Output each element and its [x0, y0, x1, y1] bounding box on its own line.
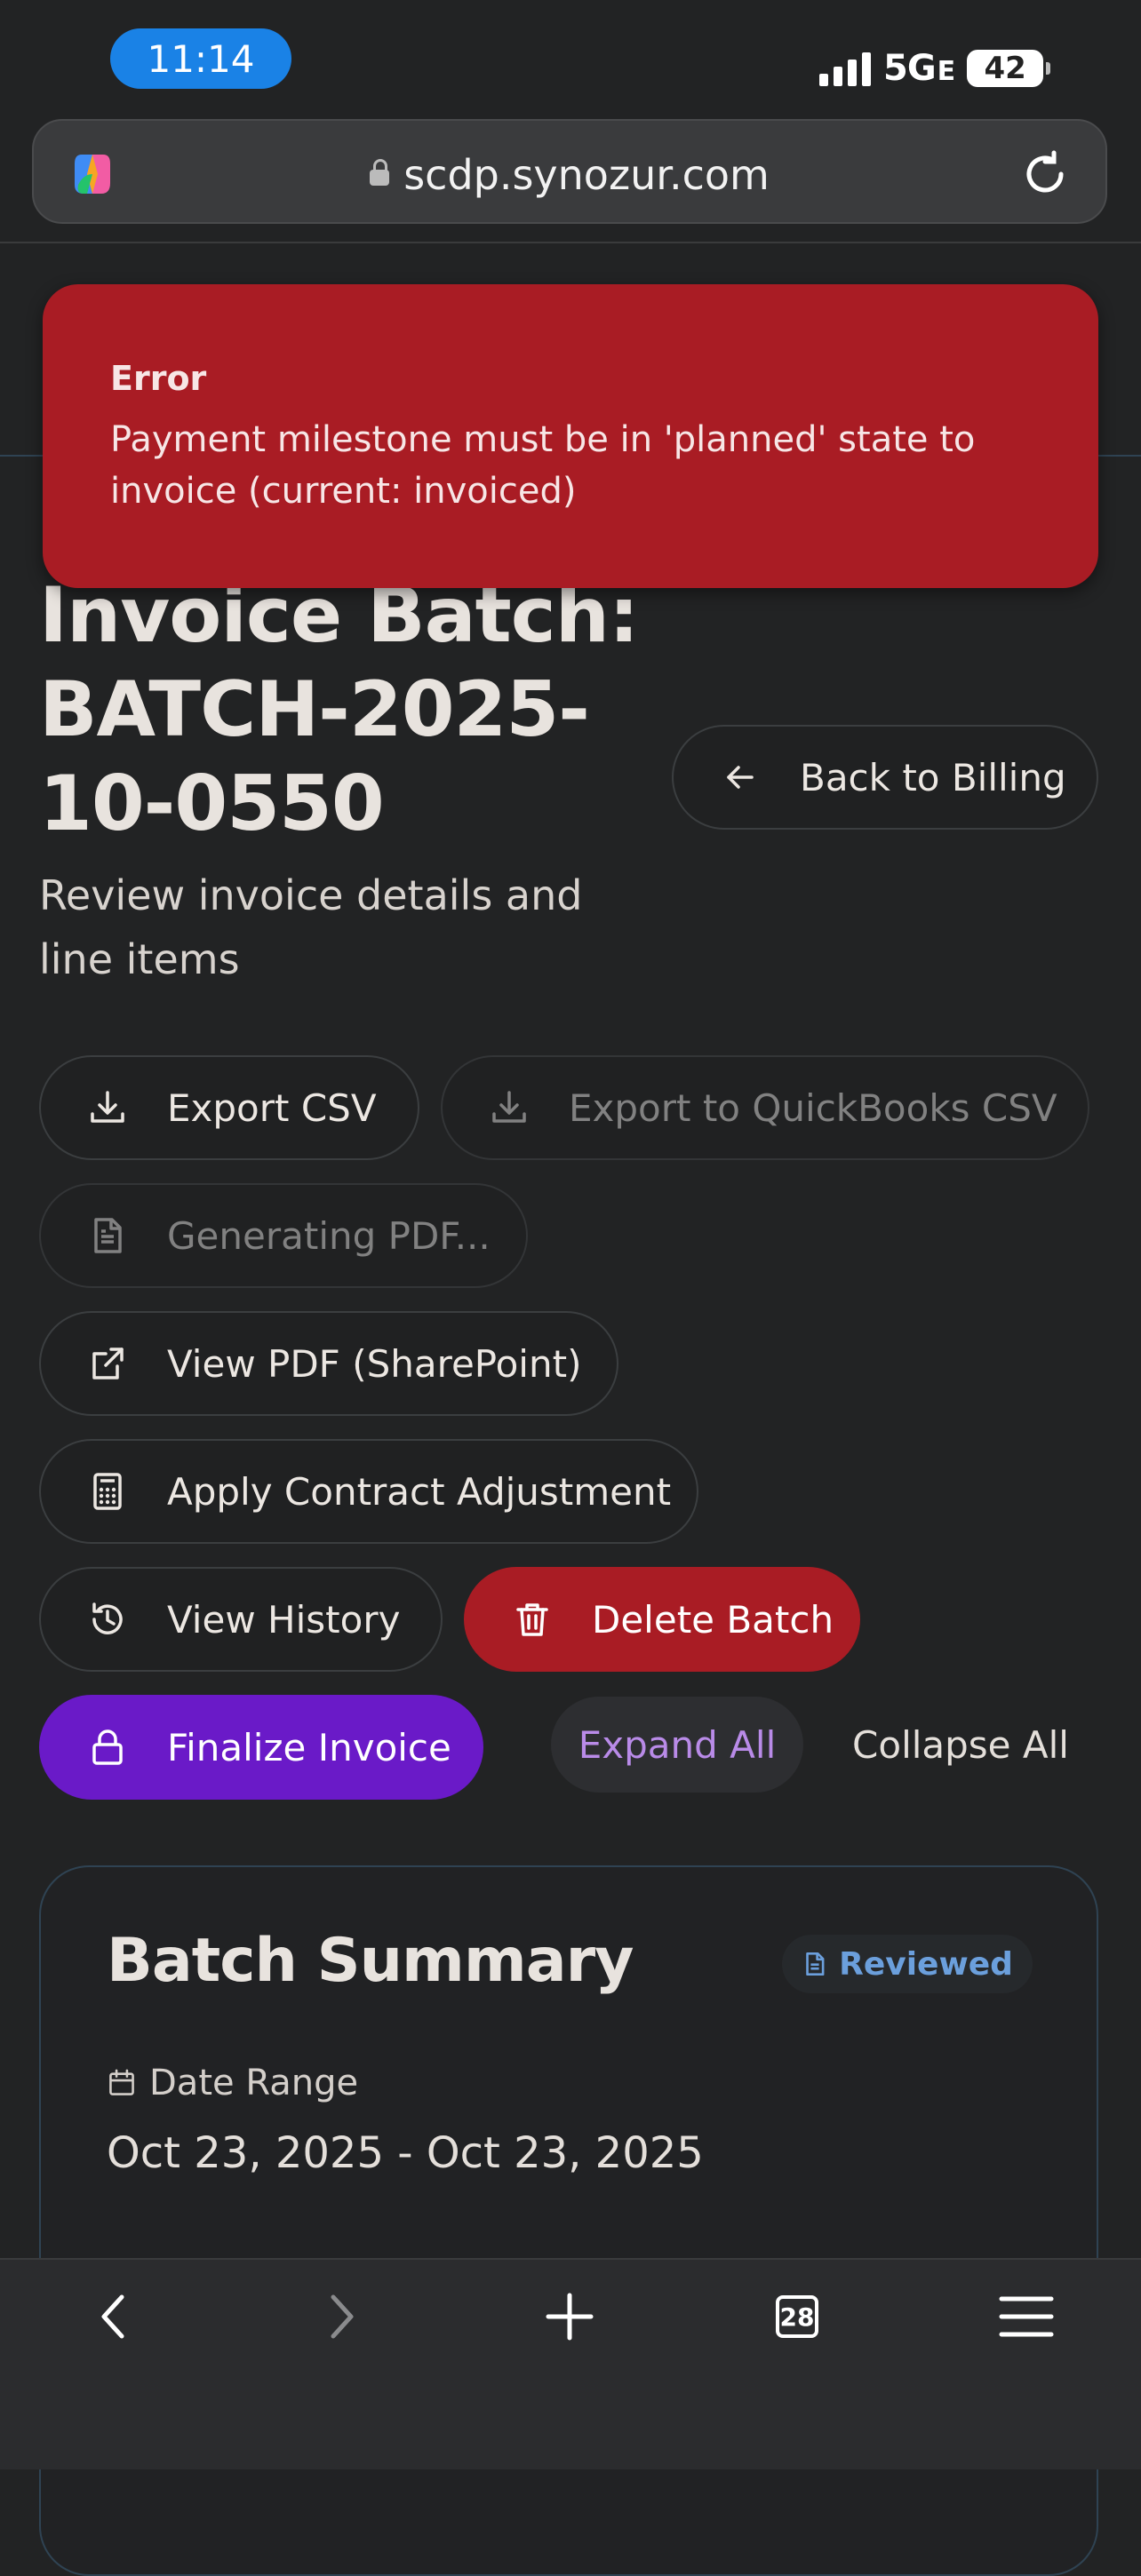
status-time: 11:14 [110, 28, 291, 89]
tabs-button[interactable]: 28 [757, 2288, 837, 2345]
back-to-billing-label: Back to Billing [800, 755, 1066, 799]
error-toast[interactable]: Error Payment milestone must be in 'plan… [43, 284, 1098, 588]
reload-icon[interactable] [1018, 147, 1072, 201]
finalize-invoice-button[interactable]: Finalize Invoice [39, 1695, 483, 1800]
view-pdf-label: View PDF (SharePoint) [167, 1341, 582, 1386]
generating-pdf-button[interactable]: Generating PDF... [39, 1183, 528, 1288]
arrow-left-icon [727, 766, 754, 789]
file-text-icon [94, 1218, 122, 1253]
forward-icon[interactable] [302, 2288, 382, 2345]
delete-batch-button[interactable]: Delete Batch [464, 1567, 860, 1672]
toast-title: Error [110, 359, 207, 398]
calculator-icon [93, 1473, 122, 1510]
back-to-billing-button[interactable]: Back to Billing [672, 725, 1098, 830]
history-icon [92, 1602, 123, 1634]
download-icon [492, 1091, 526, 1123]
tabs-count: 28 [776, 2295, 818, 2338]
external-link-icon [92, 1348, 124, 1379]
status-indicators: 5GE 42 [819, 44, 1051, 92]
trash-icon [516, 1603, 548, 1636]
file-text-icon [806, 1952, 825, 1976]
status-badge: Reviewed [782, 1935, 1033, 1993]
divider [0, 242, 1141, 243]
calendar-icon [109, 2069, 134, 2095]
date-range-value: Oct 23, 2025 - Oct 23, 2025 [107, 2128, 704, 2178]
expand-all-button[interactable]: Expand All [551, 1697, 803, 1793]
view-history-label: View History [167, 1597, 401, 1642]
export-quickbooks-label: Export to QuickBooks CSV [569, 1085, 1057, 1130]
view-pdf-button[interactable]: View PDF (SharePoint) [39, 1311, 618, 1416]
lock-icon [92, 1729, 123, 1765]
battery-icon: 42 [967, 50, 1051, 87]
download-icon [91, 1091, 124, 1123]
signal-icon [819, 51, 871, 86]
date-range-label: Date Range [107, 2063, 358, 2103]
address-bar[interactable]: scdp.synozur.com [32, 119, 1107, 224]
delete-batch-label: Delete Batch [592, 1597, 834, 1642]
export-csv-label: Export CSV [167, 1085, 377, 1130]
view-history-button[interactable]: View History [39, 1567, 443, 1672]
apply-contract-adjustment-label: Apply Contract Adjustment [167, 1469, 672, 1514]
menu-icon[interactable] [986, 2288, 1066, 2345]
lock-icon [370, 159, 390, 186]
toast-message: Payment milestone must be in 'planned' s… [110, 419, 976, 512]
collapse-all-button[interactable]: Collapse All [832, 1697, 1089, 1793]
back-icon[interactable] [73, 2288, 153, 2345]
export-csv-button[interactable]: Export CSV [39, 1055, 419, 1160]
apply-contract-adjustment-button[interactable]: Apply Contract Adjustment [39, 1439, 698, 1544]
page-title: Invoice Batch: BATCH-2025-10-0550 [39, 571, 639, 848]
new-tab-icon[interactable] [530, 2288, 610, 2345]
url-text[interactable]: scdp.synozur.com [34, 151, 1105, 199]
batch-summary-title: Batch Summary [107, 1926, 634, 1996]
network-type: 5GE [883, 48, 955, 89]
status-badge-label: Reviewed [839, 1945, 1013, 1983]
finalize-invoice-label: Finalize Invoice [167, 1725, 451, 1769]
page-subtitle: Review invoice details and line items [39, 871, 583, 983]
generating-pdf-label: Generating PDF... [167, 1213, 491, 1258]
export-quickbooks-button[interactable]: Export to QuickBooks CSV [441, 1055, 1089, 1160]
